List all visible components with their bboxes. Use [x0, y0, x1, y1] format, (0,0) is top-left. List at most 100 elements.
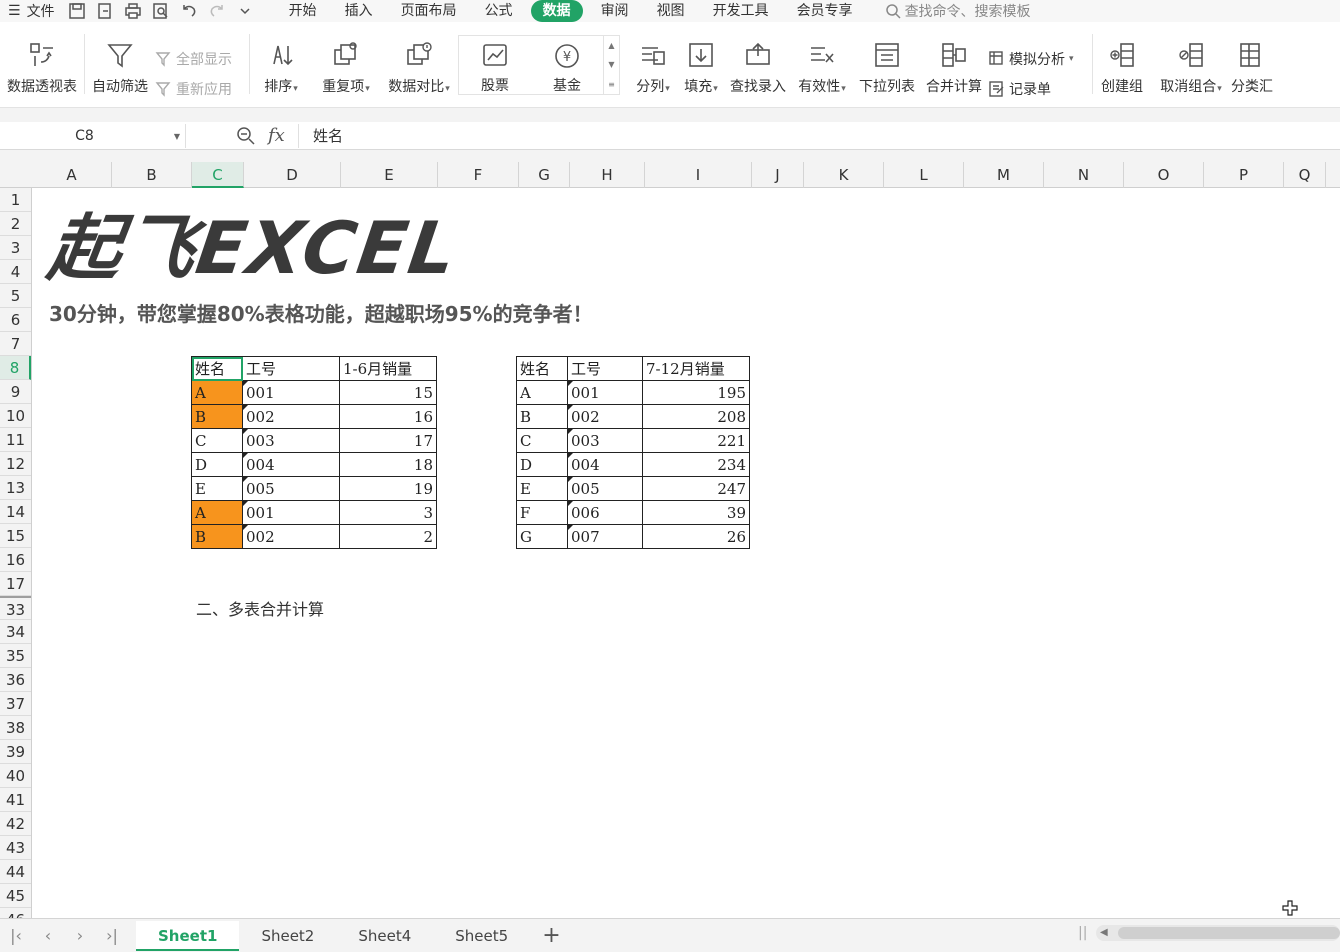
row-header-16[interactable]: 16	[0, 548, 31, 572]
zoom-search-icon[interactable]	[236, 126, 256, 146]
dropdown-list-button[interactable]: 下拉列表	[854, 22, 920, 107]
fund-button[interactable]: ¥ 基金	[531, 36, 603, 94]
gallery-scroll[interactable]: ▲ ▼ ≡	[603, 36, 619, 94]
row-header-5[interactable]: 5	[0, 284, 31, 308]
id-cell[interactable]: 003	[567, 428, 643, 453]
header-cell[interactable]: 工号	[242, 356, 340, 381]
name-cell[interactable]: F	[516, 500, 568, 525]
name-cell[interactable]: A	[191, 380, 243, 405]
row-header-41[interactable]: 41	[0, 788, 31, 812]
id-cell[interactable]: 001	[242, 380, 340, 405]
tab-splitter-icon[interactable]: ||	[1078, 925, 1087, 941]
name-cell[interactable]: G	[516, 524, 568, 549]
sales-cell[interactable]: 18	[339, 452, 437, 477]
name-cell[interactable]: E	[516, 476, 568, 501]
id-cell[interactable]: 003	[242, 428, 340, 453]
print-preview-icon[interactable]	[147, 0, 175, 22]
row-header-44[interactable]: 44	[0, 860, 31, 884]
name-cell[interactable]: A	[191, 500, 243, 525]
column-header-i[interactable]: I	[645, 162, 752, 188]
row-header-15[interactable]: 15	[0, 524, 31, 548]
consolidate-button[interactable]: 合并计算	[920, 22, 988, 107]
tab-insert[interactable]: 插入	[331, 0, 387, 22]
header-cell[interactable]: 姓名	[191, 356, 243, 381]
column-header-g[interactable]: G	[519, 162, 570, 188]
header-cell[interactable]: 1-6月销量	[339, 356, 437, 381]
row-header-8[interactable]: 8	[0, 356, 31, 380]
tab-member[interactable]: 会员专享	[783, 0, 867, 22]
header-cell[interactable]: 7-12月销量	[642, 356, 750, 381]
group-button[interactable]: 创建组	[1093, 22, 1151, 107]
name-cell[interactable]: D	[191, 452, 243, 477]
customize-quick-access-icon[interactable]	[231, 0, 259, 22]
row-header-1[interactable]: 1	[0, 188, 31, 212]
sales-cell[interactable]: 17	[339, 428, 437, 453]
sheet-tab-sheet1[interactable]: Sheet1	[136, 920, 240, 951]
data-validation-button[interactable]: 有效性▾	[790, 22, 854, 107]
sales-cell[interactable]: 221	[642, 428, 750, 453]
id-cell[interactable]: 002	[567, 404, 643, 429]
row-header-2[interactable]: 2	[0, 212, 31, 236]
id-cell[interactable]: 007	[567, 524, 643, 549]
name-cell[interactable]: C	[516, 428, 568, 453]
first-sheet-icon[interactable]: |‹	[0, 926, 32, 945]
row-header-3[interactable]: 3	[0, 236, 31, 260]
header-cell[interactable]: 姓名	[516, 356, 568, 381]
column-header-b[interactable]: B	[112, 162, 192, 188]
row-header-34[interactable]: 34	[0, 620, 31, 644]
reapply-button[interactable]: 重新应用	[155, 79, 249, 99]
sheet-tab-sheet2[interactable]: Sheet2	[239, 921, 336, 951]
row-header-7[interactable]: 7	[0, 332, 31, 356]
column-header-f[interactable]: F	[438, 162, 519, 188]
undo-icon[interactable]	[175, 0, 203, 22]
row-header-37[interactable]: 37	[0, 692, 31, 716]
column-header-a[interactable]: A	[32, 162, 112, 188]
insert-function-icon[interactable]: fx	[268, 125, 285, 146]
sales-cell[interactable]: 3	[339, 500, 437, 525]
pivot-table-button[interactable]: 数据透视表	[0, 22, 84, 107]
sales-cell[interactable]: 2	[339, 524, 437, 549]
row-header-36[interactable]: 36	[0, 668, 31, 692]
add-sheet-icon[interactable]: +	[530, 923, 572, 948]
formula-input[interactable]: 姓名	[298, 124, 1340, 148]
row-header-6[interactable]: 6	[0, 308, 31, 332]
id-cell[interactable]: 004	[242, 452, 340, 477]
scrollbar-thumb[interactable]	[1118, 927, 1340, 939]
sales-cell[interactable]: 15	[339, 380, 437, 405]
sales-cell[interactable]: 16	[339, 404, 437, 429]
sales-cell[interactable]: 19	[339, 476, 437, 501]
next-sheet-icon[interactable]: ›	[64, 926, 96, 945]
row-header-42[interactable]: 42	[0, 812, 31, 836]
save-icon[interactable]	[63, 0, 91, 22]
text-to-columns-button[interactable]: 分列▾	[630, 22, 676, 107]
column-header-q[interactable]: Q	[1284, 162, 1326, 188]
tab-developer[interactable]: 开发工具	[699, 0, 783, 22]
row-header-40[interactable]: 40	[0, 764, 31, 788]
name-cell[interactable]: D	[516, 452, 568, 477]
sales-cell[interactable]: 208	[642, 404, 750, 429]
id-cell[interactable]: 004	[567, 452, 643, 477]
row-header-17[interactable]: 17	[0, 572, 31, 596]
sales-cell[interactable]: 234	[642, 452, 750, 477]
redo-icon[interactable]	[203, 0, 231, 22]
sales-cell[interactable]: 26	[642, 524, 750, 549]
name-cell[interactable]: A	[516, 380, 568, 405]
autofilter-button[interactable]: 自动筛选	[85, 22, 155, 107]
name-cell[interactable]: B	[191, 524, 243, 549]
name-cell[interactable]: E	[191, 476, 243, 501]
row-header-11[interactable]: 11	[0, 428, 31, 452]
scroll-left-icon[interactable]: ◀	[1100, 925, 1108, 941]
tab-formulas[interactable]: 公式	[471, 0, 527, 22]
row-header-13[interactable]: 13	[0, 476, 31, 500]
row-header-4[interactable]: 4	[0, 260, 31, 284]
header-cell[interactable]: 工号	[567, 356, 643, 381]
row-header-35[interactable]: 35	[0, 644, 31, 668]
name-box[interactable]: C8 ▼	[0, 124, 186, 148]
column-header-e[interactable]: E	[341, 162, 438, 188]
row-header-33[interactable]: 33	[0, 596, 31, 620]
id-cell[interactable]: 005	[567, 476, 643, 501]
id-cell[interactable]: 001	[567, 380, 643, 405]
column-header-m[interactable]: M	[964, 162, 1044, 188]
record-form-button[interactable]: 记录单	[988, 79, 1092, 99]
id-cell[interactable]: 002	[242, 404, 340, 429]
